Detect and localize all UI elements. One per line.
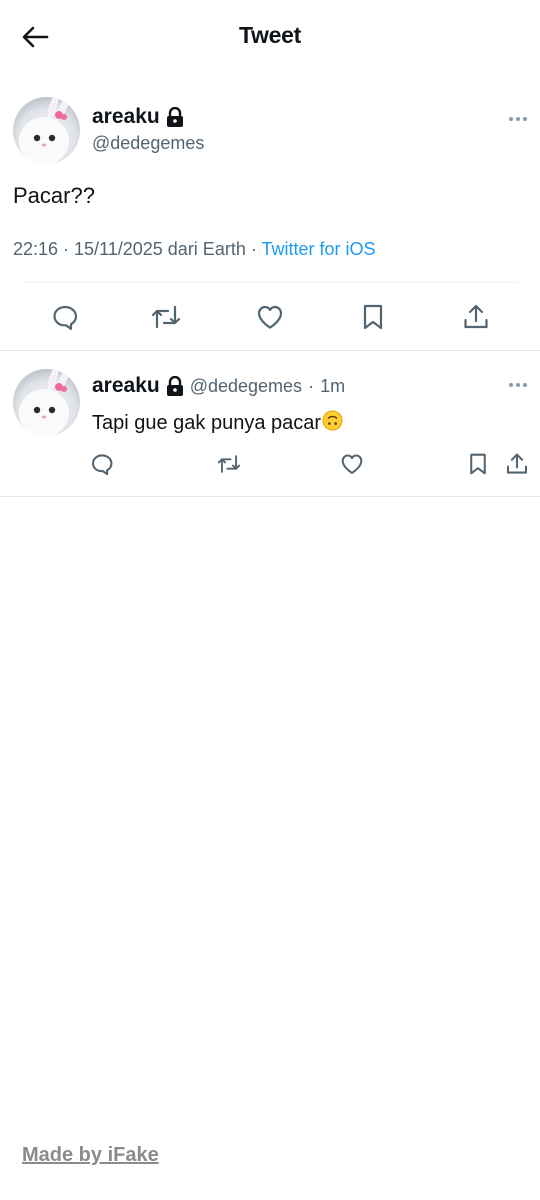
dot-icon xyxy=(523,117,527,121)
reply-action-bar xyxy=(0,451,540,477)
bookmark-icon xyxy=(363,304,383,330)
dot-icon xyxy=(509,117,513,121)
more-options-button[interactable] xyxy=(509,383,527,387)
page-title: Tweet xyxy=(239,22,301,48)
display-name[interactable]: areaku xyxy=(92,374,160,398)
top-bar: Tweet xyxy=(0,0,540,74)
made-by-footer[interactable]: Made by iFake xyxy=(22,1144,159,1167)
dot-icon xyxy=(523,383,527,387)
main-tweet-name-row: areaku xyxy=(92,105,184,129)
timestamp[interactable]: 1m xyxy=(320,376,345,397)
bookmark-button[interactable] xyxy=(465,451,491,477)
reply-button[interactable] xyxy=(89,451,115,477)
retweet-button[interactable] xyxy=(216,451,242,477)
lock-icon xyxy=(166,375,184,397)
heart-icon xyxy=(257,305,283,329)
tweet-action-bar xyxy=(0,300,540,334)
dot-icon xyxy=(516,383,520,387)
client-link[interactable]: Twitter for iOS xyxy=(262,239,376,259)
reply-icon xyxy=(91,454,113,476)
reply-text-row: Tapi gue gak punya pacar xyxy=(92,410,343,437)
bookmark-button[interactable] xyxy=(356,300,390,334)
share-button[interactable] xyxy=(504,451,530,477)
reply-button[interactable] xyxy=(48,300,82,334)
reply-text: Tapi gue gak punya pacar xyxy=(92,412,322,434)
tweet-meta: 22:16 · 15/11/2025 dari Earth · Twitter … xyxy=(13,239,376,260)
avatar[interactable] xyxy=(13,369,80,436)
bunny-avatar-icon xyxy=(19,97,70,164)
lock-icon xyxy=(166,106,184,128)
handle[interactable]: @dedegemes xyxy=(190,376,302,397)
bunny-avatar-icon xyxy=(19,369,70,436)
handle[interactable]: @dedegemes xyxy=(92,133,204,154)
tweet-timestamp: 22:16 · 15/11/2025 dari Earth · xyxy=(13,239,262,259)
bookmark-icon xyxy=(470,453,486,475)
avatar[interactable] xyxy=(13,97,80,164)
upside-down-face-icon xyxy=(322,410,343,437)
tweet-page: Tweet areaku @dedegemes Pacar?? 22:16 · xyxy=(0,0,540,1200)
dot-icon xyxy=(509,383,513,387)
retweet-button[interactable] xyxy=(149,300,183,334)
heart-icon xyxy=(341,454,363,474)
dot-icon xyxy=(516,117,520,121)
more-options-button[interactable] xyxy=(509,117,527,121)
reply-header: areaku @dedegemes · 1m xyxy=(92,374,345,398)
display-name[interactable]: areaku xyxy=(92,105,160,129)
like-button[interactable] xyxy=(339,451,365,477)
divider xyxy=(0,350,540,351)
like-button[interactable] xyxy=(253,300,287,334)
reply-icon xyxy=(53,305,78,330)
retweet-icon xyxy=(217,455,241,473)
tweet-text: Pacar?? xyxy=(13,183,95,208)
retweet-icon xyxy=(151,305,181,329)
share-button[interactable] xyxy=(459,300,493,334)
separator: · xyxy=(308,375,315,396)
share-icon xyxy=(464,304,488,329)
divider xyxy=(22,282,518,283)
share-icon xyxy=(506,453,528,474)
divider xyxy=(0,496,540,497)
